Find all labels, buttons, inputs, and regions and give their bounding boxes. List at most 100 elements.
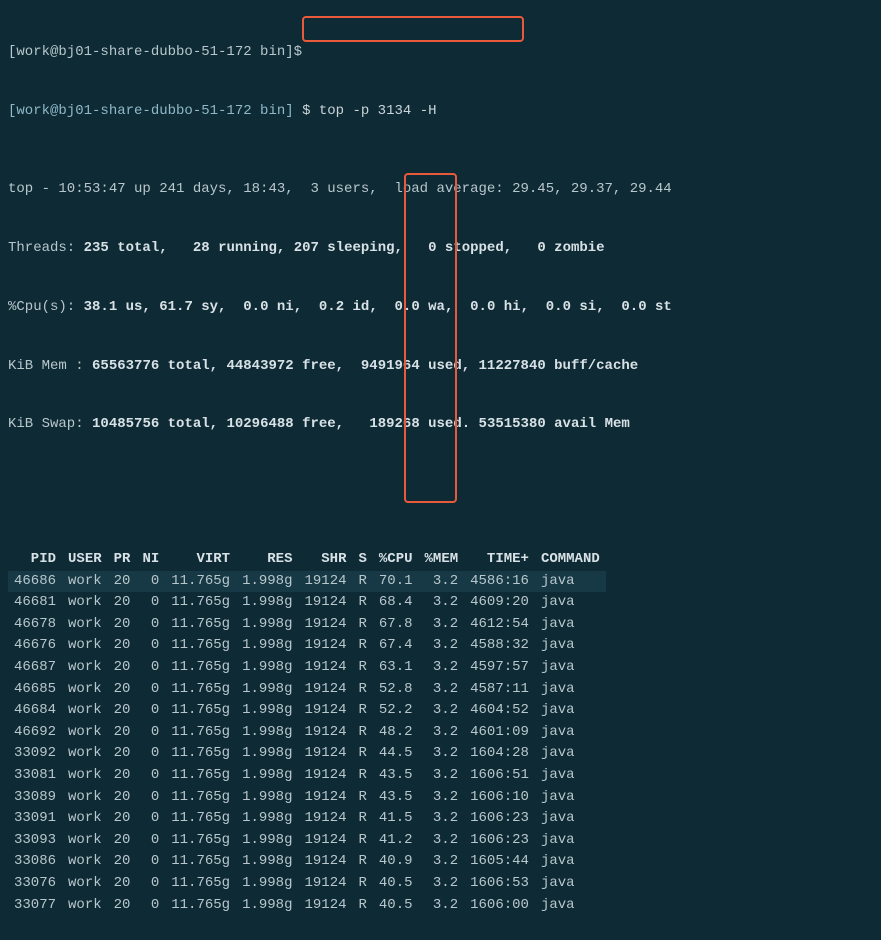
- mem-line: KiB Mem : 65563776 total, 44843972 free,…: [8, 357, 873, 377]
- cell-ni: 0: [136, 808, 165, 830]
- cell-time: 1606:00: [464, 895, 535, 917]
- cell-time: 4587:11: [464, 679, 535, 701]
- col-s: S: [353, 549, 373, 571]
- cell-user: work: [62, 679, 108, 701]
- cell-s: R: [353, 743, 373, 765]
- col-res: RES: [236, 549, 298, 571]
- cell-pid: 46692: [8, 722, 62, 744]
- cell-ni: 0: [136, 765, 165, 787]
- cell-user: work: [62, 873, 108, 895]
- cell-mem: 3.2: [419, 851, 465, 873]
- col-shr: SHR: [298, 549, 352, 571]
- cell-user: work: [62, 787, 108, 809]
- cell-s: R: [353, 873, 373, 895]
- cell-virt: 11.765g: [165, 700, 236, 722]
- cell-virt: 11.765g: [165, 830, 236, 852]
- cell-mem: 3.2: [419, 808, 465, 830]
- cell-user: work: [62, 765, 108, 787]
- cell-pid: 46687: [8, 657, 62, 679]
- cell-shr: 19124: [298, 722, 352, 744]
- col-time: TIME+: [464, 549, 535, 571]
- cell-user: work: [62, 635, 108, 657]
- cell-cmd: java: [535, 743, 606, 765]
- cell-cmd: java: [535, 592, 606, 614]
- cell-ni: 0: [136, 635, 165, 657]
- cell-res: 1.998g: [236, 787, 298, 809]
- cell-shr: 19124: [298, 679, 352, 701]
- swap-line: KiB Swap: 10485756 total, 10296488 free,…: [8, 415, 873, 435]
- cell-virt: 11.765g: [165, 873, 236, 895]
- cell-pid: 46685: [8, 679, 62, 701]
- cell-virt: 11.765g: [165, 722, 236, 744]
- cell-pid: 46676: [8, 635, 62, 657]
- cell-time: 1606:23: [464, 808, 535, 830]
- cell-virt: 11.765g: [165, 787, 236, 809]
- cell-mem: 3.2: [419, 787, 465, 809]
- cpu-line: %Cpu(s): 38.1 us, 61.7 sy, 0.0 ni, 0.2 i…: [8, 298, 873, 318]
- cell-cmd: java: [535, 700, 606, 722]
- cell-mem: 3.2: [419, 614, 465, 636]
- cell-cpu: 52.8: [373, 679, 419, 701]
- cell-shr: 19124: [298, 851, 352, 873]
- cell-pr: 20: [108, 571, 137, 593]
- cell-res: 1.998g: [236, 571, 298, 593]
- cell-cmd: java: [535, 787, 606, 809]
- cell-pr: 20: [108, 635, 137, 657]
- cell-cpu: 70.1: [373, 571, 419, 593]
- cell-cpu: 43.5: [373, 787, 419, 809]
- cell-cmd: java: [535, 830, 606, 852]
- cell-mem: 3.2: [419, 679, 465, 701]
- cell-ni: 0: [136, 722, 165, 744]
- cell-mem: 3.2: [419, 700, 465, 722]
- cell-pid: 33077: [8, 895, 62, 917]
- cell-pid: 46684: [8, 700, 62, 722]
- cell-user: work: [62, 571, 108, 593]
- terminal-output[interactable]: [work@bj01-share-dubbo-51-172 bin]$ [wor…: [0, 0, 881, 940]
- cell-user: work: [62, 743, 108, 765]
- cell-mem: 3.2: [419, 571, 465, 593]
- cell-res: 1.998g: [236, 873, 298, 895]
- table-row: 33086work20011.765g1.998g19124R40.93.216…: [8, 851, 606, 873]
- cell-res: 1.998g: [236, 765, 298, 787]
- cell-pid: 33093: [8, 830, 62, 852]
- table-row: 33081work20011.765g1.998g19124R43.53.216…: [8, 765, 606, 787]
- cell-cmd: java: [535, 851, 606, 873]
- cell-s: R: [353, 808, 373, 830]
- cell-res: 1.998g: [236, 657, 298, 679]
- cell-res: 1.998g: [236, 614, 298, 636]
- cell-cmd: java: [535, 657, 606, 679]
- cell-pid: 46681: [8, 592, 62, 614]
- cell-shr: 19124: [298, 743, 352, 765]
- cell-cmd: java: [535, 614, 606, 636]
- cell-pr: 20: [108, 614, 137, 636]
- cell-mem: 3.2: [419, 830, 465, 852]
- cell-time: 1606:51: [464, 765, 535, 787]
- cell-cpu: 44.5: [373, 743, 419, 765]
- cell-res: 1.998g: [236, 722, 298, 744]
- cell-s: R: [353, 895, 373, 917]
- table-row: 46678work20011.765g1.998g19124R67.83.246…: [8, 614, 606, 636]
- col-cpu: %CPU: [373, 549, 419, 571]
- cell-res: 1.998g: [236, 830, 298, 852]
- cell-res: 1.998g: [236, 743, 298, 765]
- cell-mem: 3.2: [419, 722, 465, 744]
- cell-virt: 11.765g: [165, 657, 236, 679]
- cell-pid: 33092: [8, 743, 62, 765]
- col-command: COMMAND: [535, 549, 606, 571]
- cell-cpu: 63.1: [373, 657, 419, 679]
- prompt-line: [work@bj01-share-dubbo-51-172 bin] $ top…: [8, 102, 873, 122]
- threads-line: Threads: 235 total, 28 running, 207 slee…: [8, 239, 873, 259]
- cell-user: work: [62, 895, 108, 917]
- cell-cpu: 41.2: [373, 830, 419, 852]
- cell-ni: 0: [136, 592, 165, 614]
- cell-s: R: [353, 722, 373, 744]
- cell-time: 4588:32: [464, 635, 535, 657]
- table-row: 33092work20011.765g1.998g19124R44.53.216…: [8, 743, 606, 765]
- table-header: PID USER PR NI VIRT RES SHR S %CPU %MEM …: [8, 549, 606, 571]
- cell-user: work: [62, 808, 108, 830]
- cell-cpu: 40.5: [373, 895, 419, 917]
- cell-pr: 20: [108, 787, 137, 809]
- cell-virt: 11.765g: [165, 743, 236, 765]
- cell-ni: 0: [136, 787, 165, 809]
- cell-res: 1.998g: [236, 700, 298, 722]
